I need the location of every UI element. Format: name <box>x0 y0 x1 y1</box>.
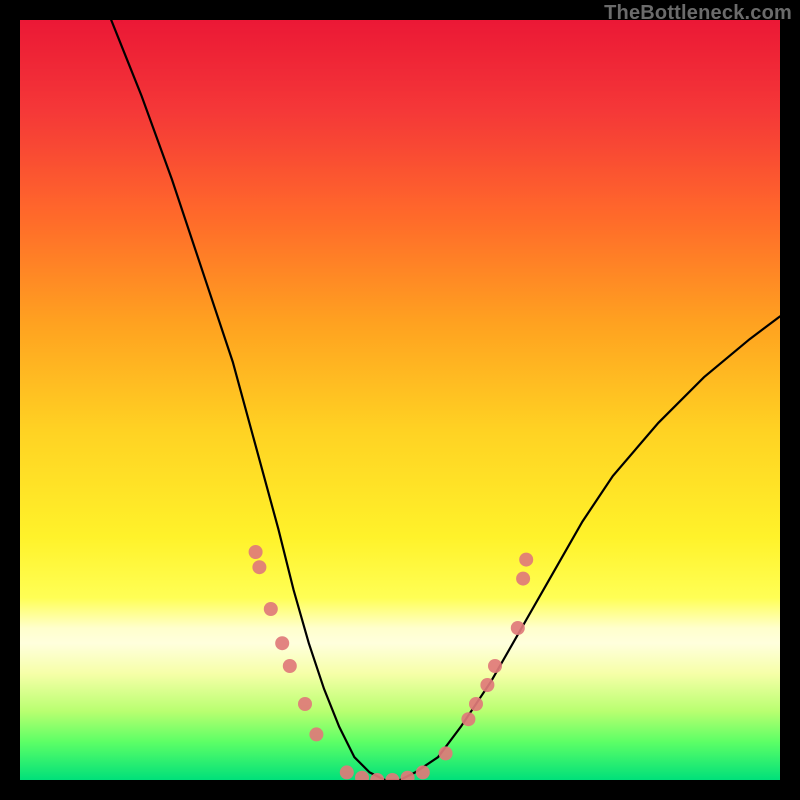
data-marker <box>516 572 530 586</box>
data-marker <box>461 712 475 726</box>
data-marker <box>309 727 323 741</box>
data-marker <box>252 560 266 574</box>
chart-svg <box>20 20 780 780</box>
data-marker <box>519 553 533 567</box>
data-marker <box>469 697 483 711</box>
chart-stage: TheBottleneck.com <box>0 0 800 800</box>
data-marker <box>283 659 297 673</box>
data-marker <box>340 765 354 779</box>
bottleneck-curve-path <box>111 20 780 780</box>
watermark-text: TheBottleneck.com <box>604 2 792 25</box>
chart-plot-area <box>20 20 780 780</box>
data-marker <box>355 771 369 780</box>
data-marker <box>401 771 415 780</box>
data-marker <box>298 697 312 711</box>
data-marker <box>385 773 399 780</box>
data-marker <box>275 636 289 650</box>
data-marker <box>480 678 494 692</box>
data-marker <box>264 602 278 616</box>
data-marker <box>249 545 263 559</box>
data-marker <box>488 659 502 673</box>
data-marker <box>416 765 430 779</box>
data-marker <box>439 746 453 760</box>
data-marker <box>511 621 525 635</box>
